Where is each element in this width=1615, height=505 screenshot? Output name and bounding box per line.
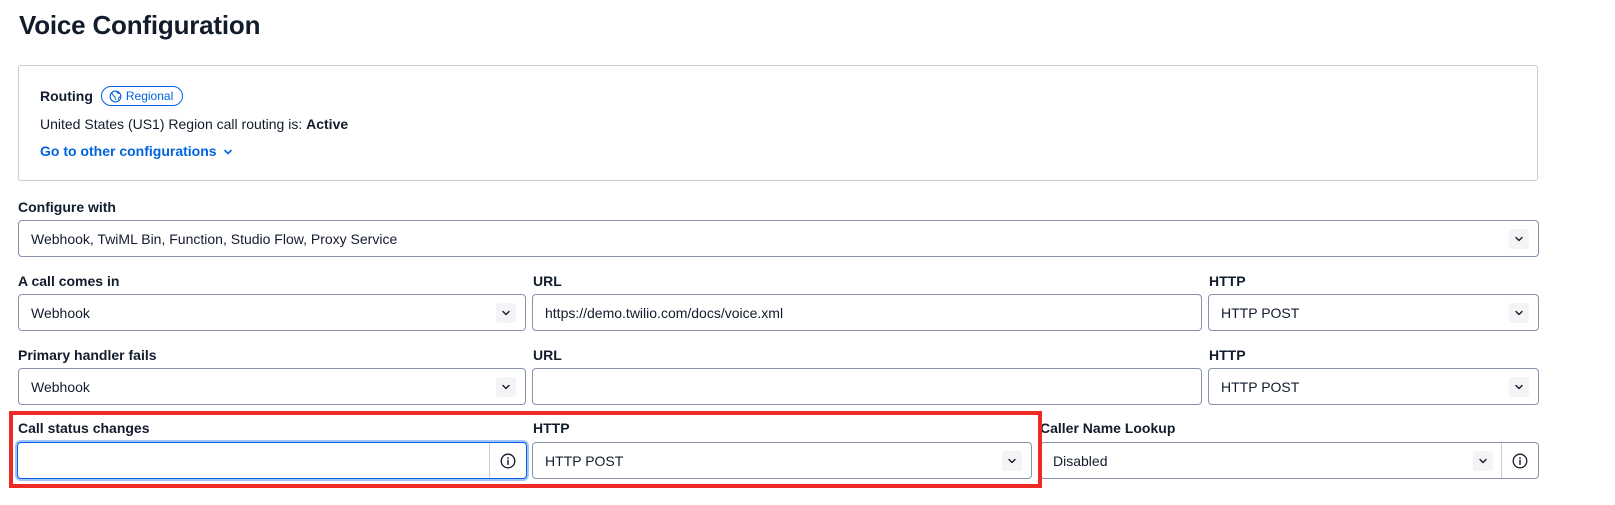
- routing-status-prefix: United States (US1) Region call routing …: [40, 116, 303, 132]
- chevron-down-icon: [1473, 450, 1493, 471]
- chevron-down-icon: [496, 376, 516, 397]
- regional-badge-label: Regional: [125, 89, 174, 103]
- globe-icon: [109, 90, 122, 103]
- call-status-changes-label: Call status changes: [18, 420, 150, 436]
- info-icon[interactable]: [1501, 443, 1538, 478]
- page-title: Voice Configuration: [19, 10, 261, 40]
- routing-header: Routing Regional: [40, 86, 184, 106]
- info-icon[interactable]: [489, 443, 526, 478]
- caller-name-lookup-label: Caller Name Lookup: [1040, 420, 1176, 436]
- configure-with-value: Webhook, TwiML Bin, Function, Studio Flo…: [31, 230, 398, 247]
- primary-handler-fails-label: Primary handler fails: [18, 347, 157, 363]
- call-comes-in-url-label: URL: [533, 273, 562, 289]
- routing-label: Routing: [40, 88, 93, 104]
- call-comes-in-type-value: Webhook: [31, 304, 90, 321]
- primary-handler-http-select[interactable]: HTTP POST: [1208, 368, 1539, 405]
- primary-handler-http-value: HTTP POST: [1221, 378, 1300, 395]
- call-comes-in-label: A call comes in: [18, 273, 120, 289]
- call-comes-in-url-input[interactable]: https://demo.twilio.com/docs/voice.xml: [532, 294, 1202, 331]
- call-comes-in-http-value: HTTP POST: [1221, 304, 1300, 321]
- configure-with-label: Configure with: [18, 199, 116, 215]
- regional-badge: Regional: [100, 86, 184, 106]
- chevron-down-icon: [223, 147, 233, 157]
- other-configurations-label: Go to other configurations: [40, 143, 217, 159]
- chevron-down-icon: [496, 302, 516, 323]
- call-comes-in-http-select[interactable]: HTTP POST: [1208, 294, 1539, 331]
- primary-handler-type-select[interactable]: Webhook: [18, 368, 526, 405]
- chevron-down-icon: [1509, 302, 1529, 323]
- routing-status-value: Active: [306, 116, 349, 132]
- primary-handler-http-label: HTTP: [1209, 347, 1246, 363]
- voice-configuration-page: Voice Configuration Routing Regional Uni…: [0, 0, 1615, 505]
- caller-name-lookup-select[interactable]: Disabled: [1040, 442, 1539, 479]
- routing-status: United States (US1) Region call routing …: [40, 116, 348, 132]
- routing-card: Routing Regional United States (US1) Reg…: [18, 65, 1538, 181]
- configure-with-select[interactable]: Webhook, TwiML Bin, Function, Studio Flo…: [18, 220, 1539, 257]
- call-comes-in-type-select[interactable]: Webhook: [18, 294, 526, 331]
- call-status-http-value: HTTP POST: [545, 452, 624, 469]
- primary-handler-url-label: URL: [533, 347, 562, 363]
- call-comes-in-http-label: HTTP: [1209, 273, 1246, 289]
- chevron-down-icon: [1509, 228, 1529, 249]
- call-status-http-select[interactable]: HTTP POST: [532, 442, 1032, 479]
- chevron-down-icon: [1002, 450, 1022, 471]
- primary-handler-type-value: Webhook: [31, 378, 90, 395]
- other-configurations-link[interactable]: Go to other configurations: [40, 143, 233, 159]
- chevron-down-icon: [1509, 376, 1529, 397]
- primary-handler-url-input[interactable]: [532, 368, 1202, 405]
- call-status-http-label: HTTP: [533, 420, 570, 436]
- caller-name-lookup-value: Disabled: [1053, 452, 1108, 469]
- call-comes-in-url-value: https://demo.twilio.com/docs/voice.xml: [545, 304, 784, 321]
- call-status-changes-url-input[interactable]: [17, 442, 527, 479]
